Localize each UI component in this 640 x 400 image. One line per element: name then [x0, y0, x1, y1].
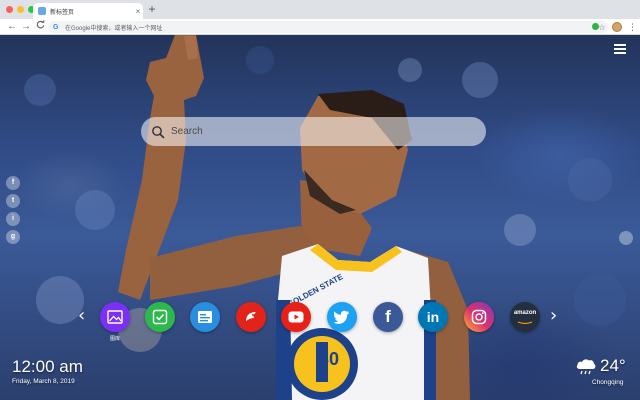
app-notes-button[interactable] — [190, 302, 220, 332]
tab-favicon-icon — [38, 7, 46, 15]
instagram-icon — [471, 309, 487, 325]
search-icon — [152, 125, 165, 138]
close-window-button[interactable] — [6, 6, 13, 13]
side-toggle-button[interactable] — [619, 231, 633, 245]
dock-next-arrow[interactable]: › — [550, 307, 557, 325]
back-button[interactable]: ← — [6, 20, 18, 33]
youtube-icon — [288, 311, 304, 323]
instagram-share-icon[interactable]: i — [6, 212, 20, 226]
app-linkedin-button[interactable]: in — [418, 302, 448, 332]
forward-button[interactable]: → — [20, 20, 32, 33]
app-facebook-button[interactable]: f — [373, 302, 403, 332]
profile-avatar[interactable] — [612, 22, 622, 32]
app-gallery-label: 图库 — [109, 336, 120, 342]
jersey-number: 30 — [319, 349, 340, 369]
app-gallery-button[interactable] — [100, 302, 130, 332]
twitter-icon — [334, 310, 349, 324]
amazon-smile-icon — [517, 320, 533, 324]
twitter-share-icon[interactable]: t — [6, 194, 20, 208]
google-share-icon[interactable]: g — [6, 230, 20, 244]
address-bar[interactable]: G 在Google中搜索，或者输入一个网址 ☆ — [48, 21, 608, 33]
browser-menu-icon[interactable]: ⋮ — [628, 20, 637, 34]
weather-temperature: 24° — [600, 356, 626, 375]
app-instagram-button[interactable] — [464, 302, 494, 332]
game-app-icon — [246, 312, 256, 321]
extension-icon[interactable] — [592, 23, 599, 30]
app-amazon-button[interactable]: amazon — [510, 302, 540, 332]
search-bar[interactable] — [141, 117, 486, 146]
address-bar-placeholder: 在Google中搜索，或者输入一个网址 — [65, 25, 163, 32]
check-app-icon — [152, 309, 168, 325]
app-game-button[interactable] — [236, 302, 266, 332]
active-tab[interactable]: 新标签页 × — [33, 3, 143, 19]
tab-strip: 新标签页 × + — [0, 0, 640, 19]
app-twitter-button[interactable] — [327, 302, 357, 332]
dock-prev-arrow[interactable]: ‹ — [78, 307, 85, 325]
search-input[interactable] — [171, 126, 471, 137]
new-tab-button[interactable]: + — [146, 2, 158, 16]
tab-title: 新标签页 — [50, 9, 75, 16]
linkedin-icon: in — [426, 309, 440, 325]
rain-cloud-icon — [576, 359, 596, 375]
image-app-icon — [107, 310, 123, 324]
browser-toolbar: ← → G 在Google中搜索，或者输入一个网址 ☆ — [0, 19, 640, 35]
facebook-share-icon[interactable]: f — [6, 176, 20, 190]
app-check-button[interactable] — [145, 302, 175, 332]
app-dock: ‹ 图库 f in amazon › — [78, 300, 562, 346]
social-share-column: f t i g — [6, 176, 20, 244]
window-controls — [6, 6, 35, 13]
clock-date: Friday, March 8, 2019 — [12, 378, 75, 385]
minimize-window-button[interactable] — [17, 6, 24, 13]
tab-close-icon[interactable]: × — [133, 7, 143, 16]
weather-city: Chongqing — [592, 379, 624, 386]
reload-icon — [36, 20, 44, 29]
amazon-icon: amazon — [514, 310, 536, 325]
notes-app-icon — [198, 311, 212, 323]
app-youtube-button[interactable] — [281, 302, 311, 332]
reload-button[interactable] — [34, 20, 46, 33]
settings-menu-icon[interactable] — [614, 44, 626, 54]
amazon-wordmark: amazon — [513, 309, 537, 316]
clock-time: 12:00 am — [12, 357, 83, 376]
facebook-icon: f — [385, 307, 391, 326]
google-icon: G — [53, 23, 59, 31]
